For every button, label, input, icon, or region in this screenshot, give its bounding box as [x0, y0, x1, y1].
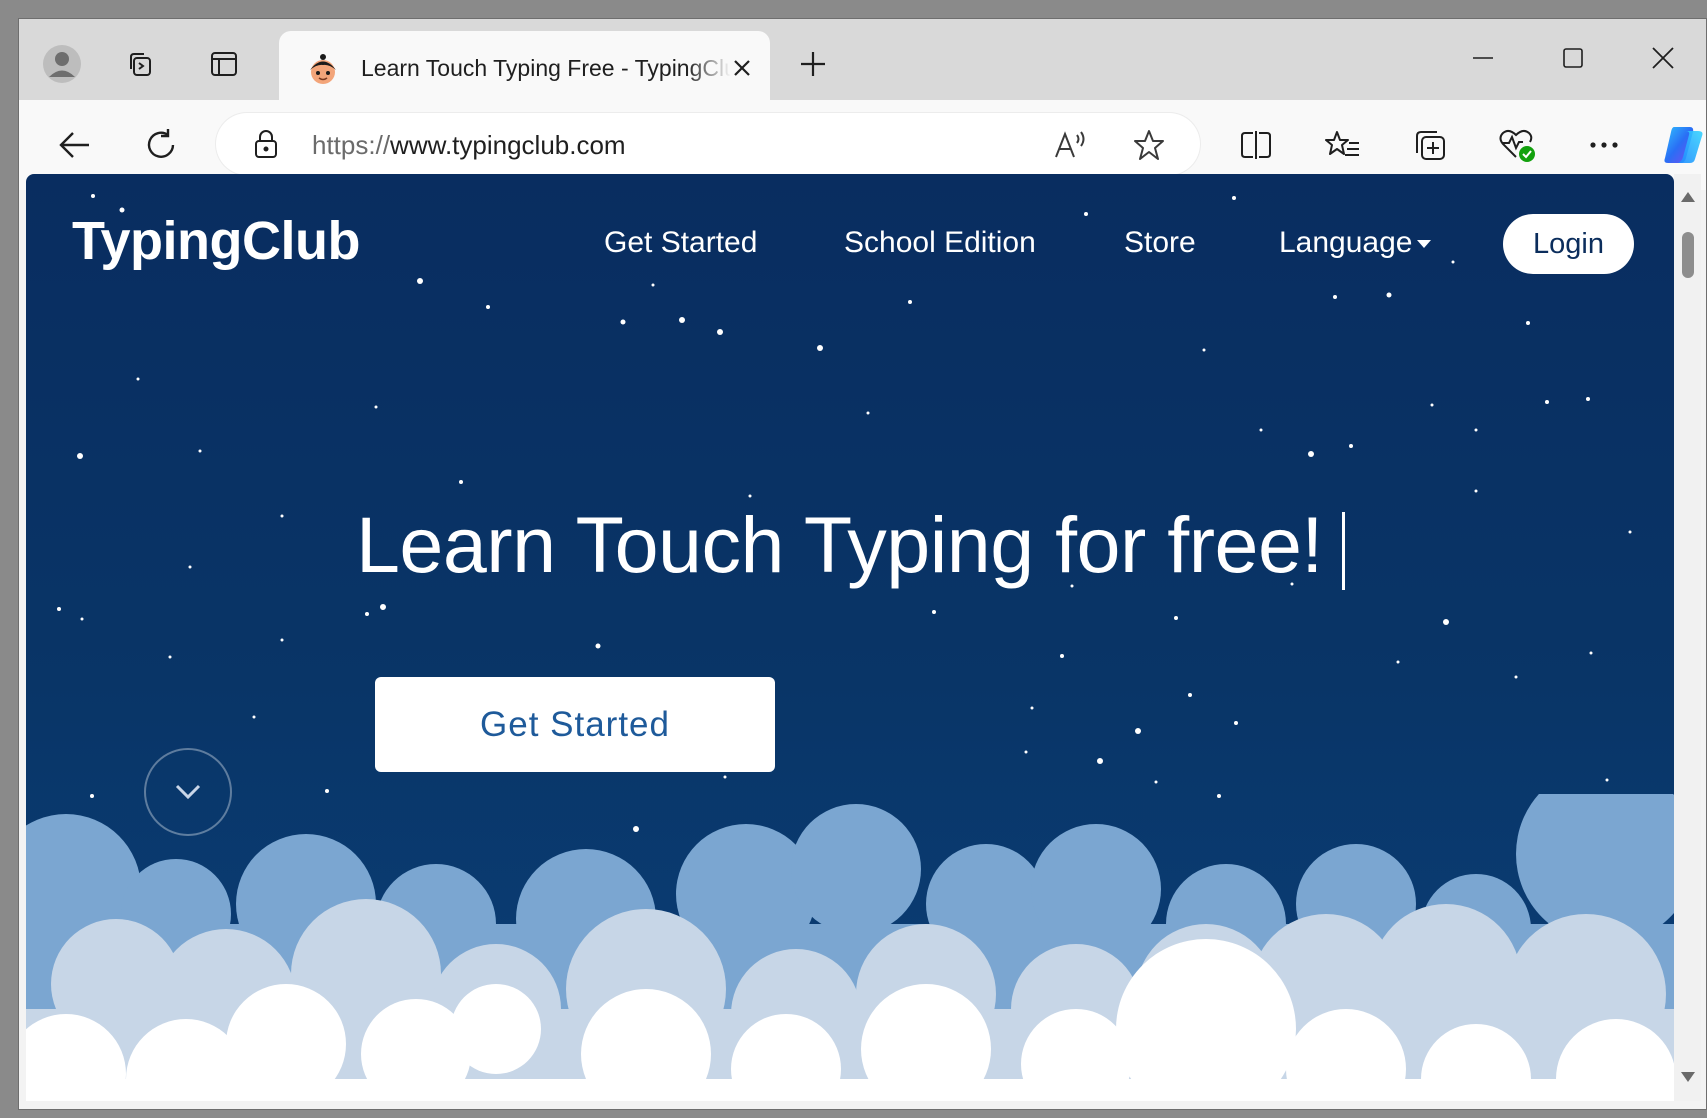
text-cursor: [1342, 512, 1345, 590]
url-text[interactable]: https://www.typingclub.com: [312, 130, 626, 161]
back-icon[interactable]: [52, 122, 98, 168]
site-logo[interactable]: TypingClub: [72, 210, 360, 272]
star-icon[interactable]: [1129, 125, 1169, 165]
page-viewport: TypingClub Get Started School Edition St…: [26, 174, 1674, 1101]
maximize-icon[interactable]: [1539, 33, 1607, 83]
close-window-icon[interactable]: [1629, 33, 1697, 83]
url-protocol: https://: [312, 130, 391, 160]
collections-icon[interactable]: [1407, 122, 1453, 168]
workspaces-icon[interactable]: [119, 42, 163, 86]
address-bar[interactable]: https://www.typingclub.com: [216, 113, 1200, 175]
hero-headline: Learn Touch Typing for free!: [356, 500, 1323, 589]
get-started-button[interactable]: Get Started: [375, 677, 775, 772]
lock-icon[interactable]: [249, 127, 283, 161]
minimize-icon[interactable]: [1449, 33, 1517, 83]
copilot-icon[interactable]: [1660, 122, 1706, 168]
active-tab[interactable]: Learn Touch Typing Free - TypingClub: [279, 31, 770, 100]
nav-school-edition[interactable]: School Edition: [844, 226, 1036, 260]
url-host: www.typingclub.com: [390, 130, 626, 160]
tab-strip: Learn Touch Typing Free - TypingClub: [19, 19, 1706, 100]
caret-down-icon: [1417, 240, 1432, 249]
favorites-icon[interactable]: [1320, 122, 1366, 168]
read-aloud-icon[interactable]: [1051, 125, 1091, 165]
nav-language-dropdown[interactable]: Language: [1279, 226, 1432, 260]
nav-language-label: Language: [1279, 226, 1413, 259]
tab-title: Learn Touch Typing Free - TypingClub: [361, 55, 731, 81]
browser-essentials-icon[interactable]: [1494, 122, 1540, 168]
tab-actions-icon[interactable]: [202, 42, 246, 86]
scroll-down-arrow-icon[interactable]: [1681, 1072, 1695, 1082]
scrollbar-thumb[interactable]: [1682, 232, 1694, 278]
plus-icon[interactable]: [791, 42, 835, 86]
clouds-illustration: [26, 794, 1674, 1101]
nav-get-started[interactable]: Get Started: [604, 226, 757, 260]
profile-icon[interactable]: [40, 42, 84, 86]
login-button[interactable]: Login: [1503, 214, 1634, 274]
nav-store[interactable]: Store: [1124, 226, 1196, 260]
more-icon[interactable]: [1581, 122, 1627, 168]
split-screen-icon[interactable]: [1233, 122, 1279, 168]
browser-window: Learn Touch Typing Free - TypingClub htt…: [18, 18, 1707, 1110]
typingclub-favicon-icon: [307, 53, 339, 85]
vertical-scrollbar[interactable]: [1674, 174, 1701, 1101]
scroll-up-arrow-icon[interactable]: [1681, 192, 1695, 202]
close-icon[interactable]: [725, 51, 759, 85]
reload-icon[interactable]: [138, 122, 184, 168]
